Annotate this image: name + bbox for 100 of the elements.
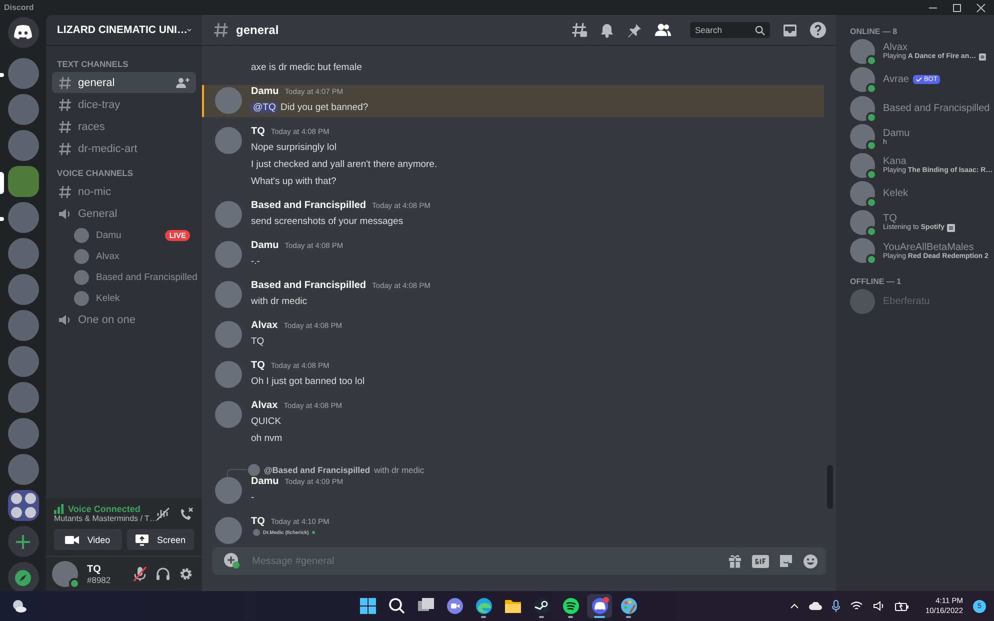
message-text: TQ [251,336,264,347]
hash-icon [213,22,229,38]
threads-icon[interactable] [571,22,587,38]
server-icon[interactable] [8,238,38,269]
steam-icon [532,597,550,615]
message-author[interactable]: Damu [251,86,279,97]
screen-share-button[interactable]: Screen [126,529,194,550]
disconnect-icon[interactable] [179,506,194,520]
message-text: -.- [251,256,260,267]
taskbar-app[interactable] [587,594,612,618]
volume-icon[interactable] [873,601,886,611]
message-author[interactable]: TQ [251,360,265,371]
message-author[interactable]: Based and Francispilled [251,280,366,291]
reply-text[interactable]: with dr medic [374,464,424,474]
category-header[interactable]: TEXT CHANNELS [52,54,196,72]
channel-item[interactable]: no-mic [52,181,196,202]
user-mention[interactable]: @TQ [251,102,278,113]
server-icon[interactable] [8,130,38,161]
chevron-up-icon[interactable] [790,603,800,609]
avatar [850,124,875,150]
user-tag: #8982 [87,574,124,584]
explore-button[interactable] [8,562,38,593]
message-author[interactable]: Alvax [251,320,278,331]
add-attachment-icon[interactable] [224,553,240,569]
camera-icon [65,534,80,544]
folder-icon [504,597,522,615]
pin-icon[interactable] [627,22,642,38]
message-author[interactable]: TQ [251,516,265,527]
voice-user[interactable]: Alvax [52,246,196,267]
close-icon[interactable] [976,2,986,12]
member-item[interactable]: Kelek [844,180,986,208]
message-text: with dr medic [251,296,307,307]
sticker-icon[interactable] [779,554,793,568]
message-text: oh nvm [251,433,282,444]
members-icon[interactable] [655,23,671,37]
server-folder[interactable] [8,490,38,521]
settings-icon[interactable] [179,567,193,581]
channel-item[interactable]: General [52,203,196,224]
voice-status[interactable]: Voice Connected [68,504,140,514]
server-icon[interactable] [8,202,38,233]
bell-icon[interactable] [600,22,614,38]
channel-item[interactable]: general [52,72,196,93]
server-icon[interactable] [8,310,38,341]
weather-icon[interactable] [11,599,27,613]
channel-item[interactable]: races [52,116,196,137]
message-text: Oh I just got banned too lol [251,376,365,387]
message-author[interactable]: Damu [251,240,279,251]
cloud-icon[interactable] [809,602,822,610]
voice-user[interactable]: Based and Francispilled [52,267,196,288]
battery-icon[interactable] [895,601,910,611]
headphones-icon[interactable] [156,567,170,581]
channel-item[interactable]: dice-tray [52,94,196,115]
server-icon[interactable] [8,418,38,449]
avatar [850,152,875,178]
emoji-icon[interactable] [803,554,818,568]
message-author[interactable]: Damu [251,476,279,487]
plus-icon [15,534,31,550]
search-input[interactable]: Search [695,25,755,35]
wifi-icon[interactable] [850,601,864,611]
channel-item[interactable]: dr-medic-art [52,138,196,159]
check-icon [916,77,922,82]
message-text: Nope surprisingly lol [251,142,337,153]
search-field[interactable]: Search [690,22,770,38]
message-text: send screenshots of your messages [251,216,404,227]
discord-logo-icon [13,25,33,40]
gift-icon[interactable] [728,554,742,568]
browser-icon [474,597,492,615]
video-button[interactable]: Video [54,529,122,550]
reply-author[interactable]: @Based and Francispilled [264,464,370,474]
add-server-button[interactable] [8,526,38,557]
invite-icon[interactable] [176,76,190,88]
server-icon[interactable] [8,382,38,413]
gif-icon[interactable] [752,554,769,568]
server-icon[interactable] [8,94,38,125]
hash-icon [58,142,72,156]
message-author[interactable]: TQ [251,126,265,137]
home-button[interactable] [8,17,38,48]
hash-icon [58,120,72,134]
maximize-icon[interactable] [952,2,962,12]
avatar[interactable] [52,561,78,587]
noise-suppression-icon[interactable] [156,506,170,520]
member-section-heading: ONLINE — 8 [849,27,898,36]
category-header[interactable]: VOICE CHANNELS [52,163,196,181]
server-icon[interactable] [8,58,38,89]
message-text: - [251,492,254,503]
speaker-icon [58,312,72,326]
help-icon[interactable] [810,22,826,38]
voice-location: Mutants & Masterminds / T… [54,514,158,523]
message-author[interactable]: Alvax [251,400,278,411]
channel-item[interactable]: One on one [52,309,196,330]
server-icon[interactable] [8,454,38,485]
server-icon[interactable] [8,274,38,305]
avatar [850,96,875,121]
message-author[interactable]: Based and Francispilled [251,200,366,211]
voice-user[interactable]: Kelek [52,288,196,309]
microphone-icon[interactable] [133,566,147,582]
microphone-icon[interactable] [832,600,840,612]
inbox-icon[interactable] [783,24,797,36]
server-icon[interactable] [8,166,38,197]
server-icon[interactable] [8,346,38,377]
